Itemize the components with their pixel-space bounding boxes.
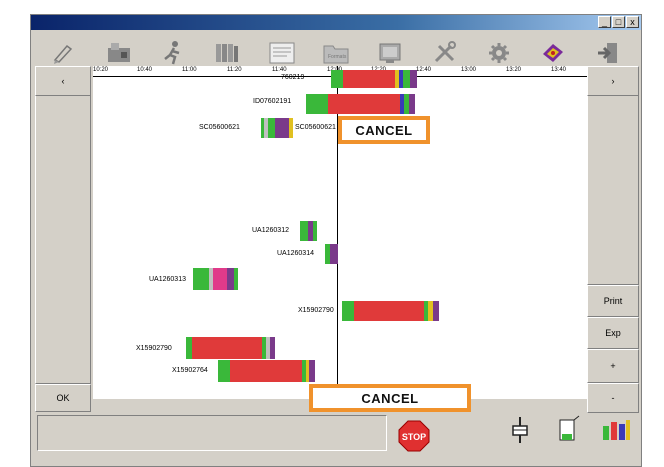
cancel-annotation-top[interactable]: CANCEL — [338, 116, 430, 144]
monitor-icon[interactable] — [369, 36, 411, 70]
job-bar[interactable] — [193, 268, 238, 290]
document-icon[interactable] — [261, 36, 303, 70]
exit-icon[interactable] — [587, 36, 629, 70]
job-bar[interactable] — [331, 70, 417, 88]
folder-icon[interactable]: Formats — [315, 36, 357, 70]
zoom-in-button[interactable]: + — [587, 349, 639, 383]
bottles-icon[interactable] — [599, 413, 633, 445]
right-side-panel — [587, 96, 639, 285]
close-button[interactable]: x — [626, 16, 639, 28]
manual-icon[interactable] — [532, 36, 574, 70]
runner-icon[interactable] — [152, 36, 194, 70]
next-button[interactable]: › — [587, 66, 639, 96]
job-bar[interactable] — [218, 360, 315, 382]
books-icon[interactable] — [206, 36, 248, 70]
gear-icon[interactable] — [478, 36, 520, 70]
job-label: X15902790 — [298, 307, 334, 314]
stop-icon[interactable]: STOP — [397, 419, 431, 453]
application-window: _ □ x Formats ‹ OK › Print Exp + - 10:20… — [30, 14, 642, 467]
tools-icon[interactable] — [424, 36, 466, 70]
print-button[interactable]: Print — [587, 285, 639, 317]
svg-text:STOP: STOP — [402, 432, 426, 442]
maximize-button[interactable]: □ — [612, 16, 625, 28]
prev-button[interactable]: ‹ — [35, 66, 91, 96]
tick-label: 13:20 — [506, 67, 522, 73]
title-bar: _ □ x — [31, 15, 641, 30]
tick-label: 12:40 — [416, 67, 432, 73]
job-bar[interactable] — [300, 221, 317, 241]
job-label: 760219 — [281, 74, 305, 81]
export-button[interactable]: Exp — [587, 317, 639, 349]
gantt-chart-area: 10:20 10:40 11:00 11:20 11:40 12:00 12:2… — [93, 66, 587, 412]
job-label: UA1260312 — [252, 227, 289, 234]
job-label: X15902790 — [136, 345, 172, 352]
job-label: SC05600621 — [199, 124, 240, 131]
job-label: X15902764 — [172, 367, 208, 374]
svg-text:Formats: Formats — [328, 54, 347, 60]
status-bar: STOP — [31, 407, 641, 466]
container-icon[interactable] — [553, 413, 583, 445]
job-label: UA1260313 — [149, 276, 186, 283]
job-label: ID07602191 — [253, 98, 292, 105]
tick-label: 13:40 — [551, 67, 567, 73]
job-bar[interactable] — [186, 337, 275, 359]
tick-label: 11:20 — [227, 67, 242, 73]
gauge-icon[interactable] — [507, 415, 533, 445]
job-bar[interactable] — [342, 301, 439, 321]
tick-label: 10:40 — [137, 67, 153, 73]
job-bar[interactable] — [325, 244, 338, 264]
left-side-panel — [35, 96, 91, 384]
tick-label: 11:00 — [182, 67, 197, 73]
job-label: UA1260314 — [277, 250, 314, 257]
job-label: SC05600621 — [295, 124, 336, 131]
job-bar[interactable] — [306, 94, 415, 114]
machine-icon[interactable] — [98, 36, 140, 70]
minimize-button[interactable]: _ — [598, 16, 611, 28]
tick-label: 13:00 — [461, 67, 477, 73]
pen-icon[interactable] — [43, 36, 85, 70]
status-message-box — [37, 415, 387, 451]
tick-label: 11:40 — [272, 67, 287, 73]
tick-label: 10:20 — [93, 67, 109, 73]
job-bar[interactable] — [261, 118, 293, 138]
